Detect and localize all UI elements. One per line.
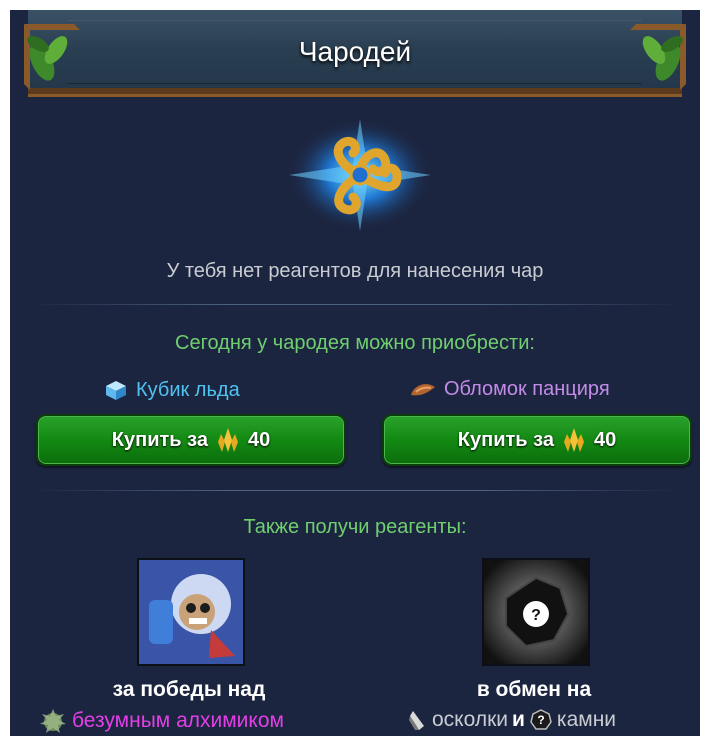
alchemist-link-label: безумным алхимиком <box>72 709 284 732</box>
offer-item-shell-fragment: Обломок панциря <box>408 378 610 401</box>
enchant-triskelion-icon <box>288 119 432 231</box>
mystery-stone-icon: ? <box>484 560 588 664</box>
source-caption: в обмен на <box>476 678 592 701</box>
alchemist-link[interactable]: безумным алхимиком <box>38 708 284 734</box>
source-caption: за победы над <box>112 678 266 701</box>
title-banner: Чародей <box>28 10 682 97</box>
divider <box>30 304 680 305</box>
buy-ice-cube-button[interactable]: Купить за 40 <box>36 414 346 466</box>
alchemist-portrait[interactable] <box>137 558 245 666</box>
enchanter-panel: Чародей У тебя нет реагентов для нанесен… <box>10 10 700 736</box>
sources-heading: Также получи реагенты: <box>243 516 467 538</box>
leaf-ornament-icon <box>24 24 80 90</box>
buy-button-label: Купить за <box>111 428 208 451</box>
question-stone-icon: ? <box>530 709 552 730</box>
offer-item-label: Кубик льда <box>136 378 240 401</box>
svg-text:?: ? <box>537 713 544 727</box>
offer-item-label: Обломок панциря <box>444 378 610 400</box>
boss-badge-icon <box>40 709 66 733</box>
buy-shell-fragment-button[interactable]: Купить за 40 <box>382 414 692 466</box>
buy-button-price: 40 <box>593 428 617 451</box>
leaf-ornament-icon <box>630 24 686 90</box>
ice-cube-icon <box>106 381 126 400</box>
shard-icon <box>409 711 424 730</box>
page-title: Чародей <box>298 36 412 67</box>
buy-button-label: Купить за <box>457 428 554 451</box>
svg-text:?: ? <box>531 607 541 624</box>
joiner-label: и <box>512 708 525 731</box>
gold-crystal-icon <box>217 428 238 452</box>
shop-heading: Сегодня у чародея можно приобрести: <box>175 332 535 354</box>
gold-crystal-icon <box>563 428 584 452</box>
stones-label[interactable]: камни <box>557 708 616 732</box>
alchemist-boss-icon <box>139 560 243 664</box>
shell-fragment-icon <box>411 383 435 395</box>
divider <box>30 490 680 491</box>
buy-button-price: 40 <box>247 428 271 451</box>
no-reagents-message: У тебя нет реагентов для нанесения чар <box>166 260 544 282</box>
shards-label[interactable]: осколки <box>432 708 508 732</box>
mystery-stone-portrait[interactable]: ? <box>482 558 590 666</box>
exchange-materials: осколки и ? камни <box>408 708 616 732</box>
offer-item-ice-cube: Кубик льда <box>102 378 240 402</box>
